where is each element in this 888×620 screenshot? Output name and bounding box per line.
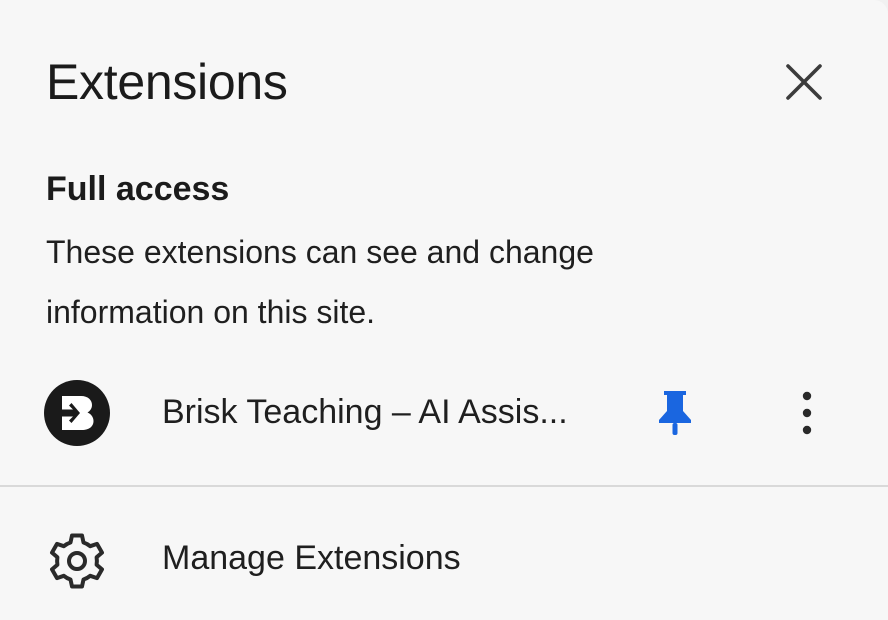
extensions-popup: Extensions Full access These extensions … <box>0 0 888 620</box>
more-vert-icon <box>802 391 812 435</box>
brisk-logo-icon <box>44 380 110 446</box>
close-icon <box>786 64 822 100</box>
pin-button[interactable] <box>646 384 704 442</box>
extension-item-brisk[interactable]: Brisk Teaching – AI Assis... <box>0 364 888 460</box>
close-button[interactable] <box>772 50 836 114</box>
manage-extensions-label: Manage Extensions <box>162 539 461 577</box>
gear-icon <box>46 530 108 592</box>
full-access-description: These extensions can see and change info… <box>46 234 594 330</box>
divider <box>0 485 888 487</box>
extension-menu-button[interactable] <box>778 384 836 442</box>
popup-title: Extensions <box>46 54 288 110</box>
manage-extensions-button[interactable]: Manage Extensions <box>0 510 888 606</box>
extension-name: Brisk Teaching – AI Assis... <box>162 393 568 431</box>
pin-icon <box>659 391 691 435</box>
full-access-heading: Full access <box>46 170 230 208</box>
